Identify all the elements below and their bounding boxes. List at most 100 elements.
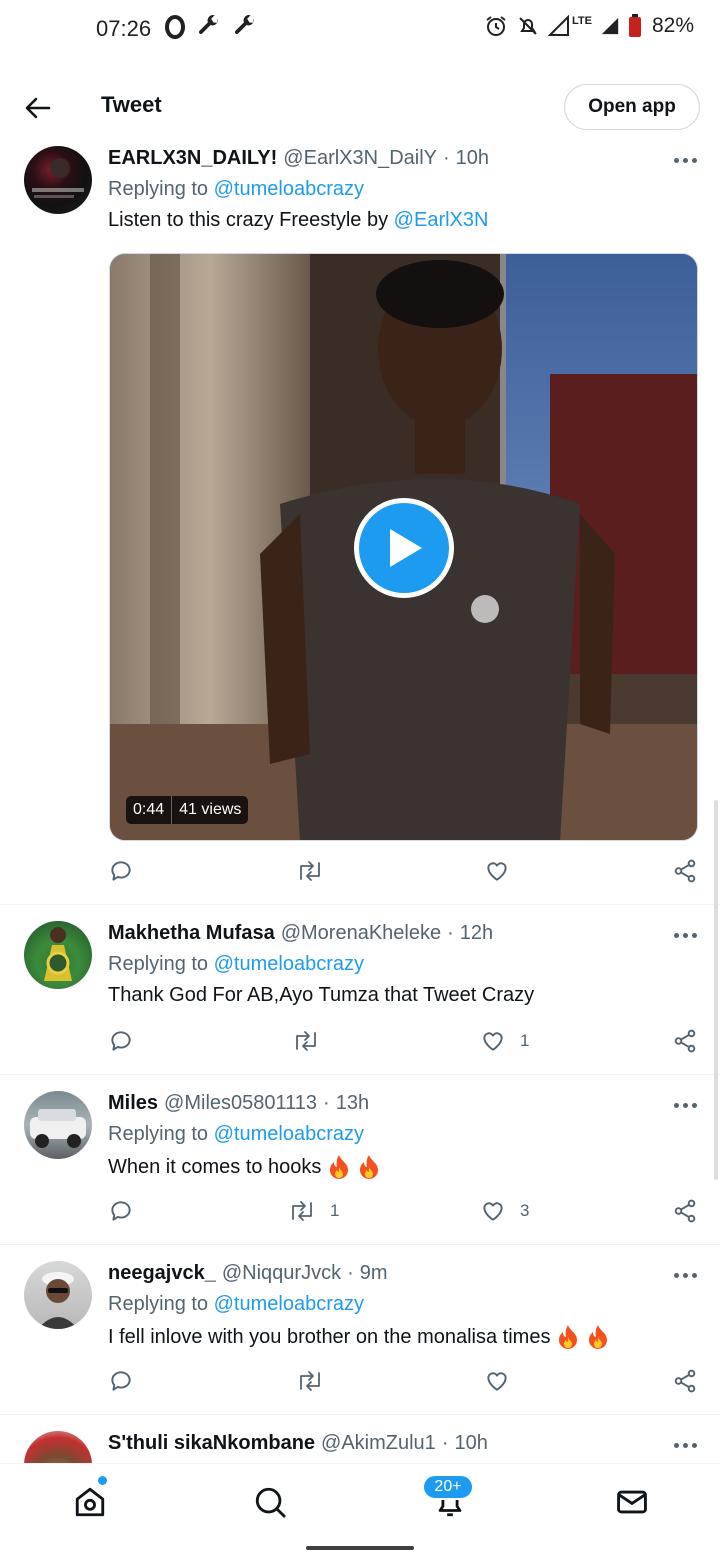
reply-mention-link[interactable]: @tumeloabcrazy xyxy=(214,178,364,200)
reply-button[interactable] xyxy=(108,1198,134,1224)
separator-dot: · xyxy=(347,1262,354,1284)
status-bar: 07:26 LTE 82% xyxy=(0,0,720,60)
author-handle[interactable]: @AkimZulu1 xyxy=(321,1432,436,1455)
video-duration: 0:44 xyxy=(133,801,165,818)
share-button[interactable] xyxy=(672,858,698,884)
author-name[interactable]: Makhetha Mufasa xyxy=(108,922,275,945)
tweet-actions xyxy=(108,858,700,888)
search-icon xyxy=(255,1487,286,1518)
gesture-bar[interactable] xyxy=(306,1546,414,1550)
tweet[interactable]: Makhetha Mufasa @MorenaKheleke · 12h Rep… xyxy=(0,905,720,1075)
like-count: 1 xyxy=(520,1031,530,1050)
avatar[interactable] xyxy=(24,1431,92,1463)
tweet-text-body: Listen to this crazy Freestyle by xyxy=(108,209,389,231)
fire-emoji-icon xyxy=(330,1155,349,1179)
tweet-time[interactable]: 9m xyxy=(360,1262,388,1285)
nav-home[interactable] xyxy=(70,1482,110,1522)
like-button[interactable]: 1 xyxy=(480,1028,529,1054)
reply-mention-link[interactable]: @tumeloabcrazy xyxy=(214,953,364,975)
open-app-button[interactable]: Open app xyxy=(564,84,700,130)
replying-to: Replying to @tumeloabcrazy xyxy=(108,1123,364,1146)
retweet-count: 1 xyxy=(330,1201,340,1220)
reply-icon xyxy=(111,1371,131,1391)
avatar[interactable] xyxy=(24,1261,92,1329)
author-handle[interactable]: @Miles05801113 xyxy=(164,1092,317,1115)
tweet-time[interactable]: 12h xyxy=(460,922,493,945)
notifications-badge[interactable]: 20+ xyxy=(422,1474,474,1500)
tweet-time[interactable]: 10h xyxy=(454,1432,487,1455)
author-name[interactable]: neegajvck_ xyxy=(108,1262,216,1285)
more-options-icon[interactable] xyxy=(668,1265,702,1285)
retweet-button[interactable]: 1 xyxy=(288,1198,339,1224)
separator-dot: · xyxy=(441,1432,449,1454)
tweet-mention-link[interactable]: @EarlX3N xyxy=(394,209,489,231)
nav-search[interactable] xyxy=(250,1482,290,1522)
share-button[interactable] xyxy=(672,1198,698,1224)
reply-button[interactable] xyxy=(108,858,134,884)
avatar-image xyxy=(30,1109,86,1148)
tweet-text: When it comes to hooks xyxy=(108,1154,381,1180)
reply-icon xyxy=(111,861,131,881)
back-button[interactable] xyxy=(18,88,58,128)
like-button[interactable] xyxy=(484,1368,510,1394)
avatar[interactable] xyxy=(24,146,92,214)
mail-icon xyxy=(617,1490,647,1514)
avatar-image xyxy=(44,927,72,981)
author-name[interactable]: S'thuli sikaNkombane xyxy=(108,1432,315,1455)
alarm-icon xyxy=(486,16,506,36)
like-button[interactable] xyxy=(484,858,510,884)
arrow-left-icon xyxy=(25,97,51,119)
retweet-icon xyxy=(300,861,320,881)
replying-to: Replying to @tumeloabcrazy xyxy=(108,953,364,976)
video-views: 41 views xyxy=(179,801,242,818)
replying-prefix: Replying to xyxy=(108,1293,209,1315)
network-type: LTE xyxy=(572,15,592,27)
tweet[interactable]: Miles @Miles05801113 · 13h Replying to @… xyxy=(0,1075,720,1245)
reply-button[interactable] xyxy=(108,1028,134,1054)
mute-icon xyxy=(519,17,537,35)
heart-icon xyxy=(483,1202,503,1221)
author-name[interactable]: Miles xyxy=(108,1092,158,1115)
fire-emoji-icon xyxy=(559,1325,578,1349)
replying-to: Replying to @tumeloabcrazy xyxy=(108,1293,364,1316)
retweet-button[interactable] xyxy=(296,858,324,884)
more-options-icon[interactable] xyxy=(668,925,702,945)
retweet-icon xyxy=(300,1371,320,1391)
play-icon xyxy=(390,529,422,567)
tweet-time[interactable]: 13h xyxy=(336,1092,369,1115)
author-handle[interactable]: @NiqqurJvck xyxy=(222,1262,341,1285)
scrollbar[interactable] xyxy=(714,800,718,1180)
share-icon xyxy=(674,1199,696,1223)
retweet-button[interactable] xyxy=(292,1028,334,1054)
author-name[interactable]: EARLX3N_DAILY! xyxy=(108,147,277,170)
wrench-icon xyxy=(234,15,254,35)
like-button[interactable]: 3 xyxy=(480,1198,529,1224)
nav-messages[interactable] xyxy=(612,1482,652,1522)
play-button[interactable] xyxy=(354,498,454,598)
tweet-time[interactable]: 10h xyxy=(456,147,489,170)
reply-mention-link[interactable]: @tumeloabcrazy xyxy=(214,1123,364,1145)
share-button[interactable] xyxy=(672,1028,698,1054)
separator-dot: · xyxy=(323,1092,330,1114)
separator-dot: · xyxy=(443,147,450,169)
page-title: Tweet xyxy=(101,92,162,117)
tweet[interactable]: S'thuli sikaNkombane @AkimZulu1 · 10h xyxy=(0,1415,720,1463)
reply-button[interactable] xyxy=(108,1368,134,1394)
more-options-icon[interactable] xyxy=(668,1095,702,1115)
reply-mention-link[interactable]: @tumeloabcrazy xyxy=(214,1293,364,1315)
like-count: 3 xyxy=(520,1201,530,1220)
signal-icon xyxy=(601,17,619,35)
share-icon xyxy=(674,1369,696,1393)
more-options-icon[interactable] xyxy=(668,150,702,170)
avatar[interactable] xyxy=(24,921,92,989)
retweet-icon xyxy=(292,1201,312,1221)
tweet-actions: 1 xyxy=(108,1028,700,1058)
more-options-icon[interactable] xyxy=(668,1435,702,1455)
heart-icon xyxy=(487,1372,507,1391)
tweet[interactable]: neegajvck_ @NiqqurJvck · 9m Replying to … xyxy=(0,1245,720,1415)
author-handle[interactable]: @MorenaKheleke xyxy=(281,922,441,945)
share-button[interactable] xyxy=(672,1368,698,1394)
avatar[interactable] xyxy=(24,1091,92,1159)
author-handle[interactable]: @EarlX3N_DailY xyxy=(283,147,437,170)
retweet-button[interactable] xyxy=(296,1368,324,1394)
